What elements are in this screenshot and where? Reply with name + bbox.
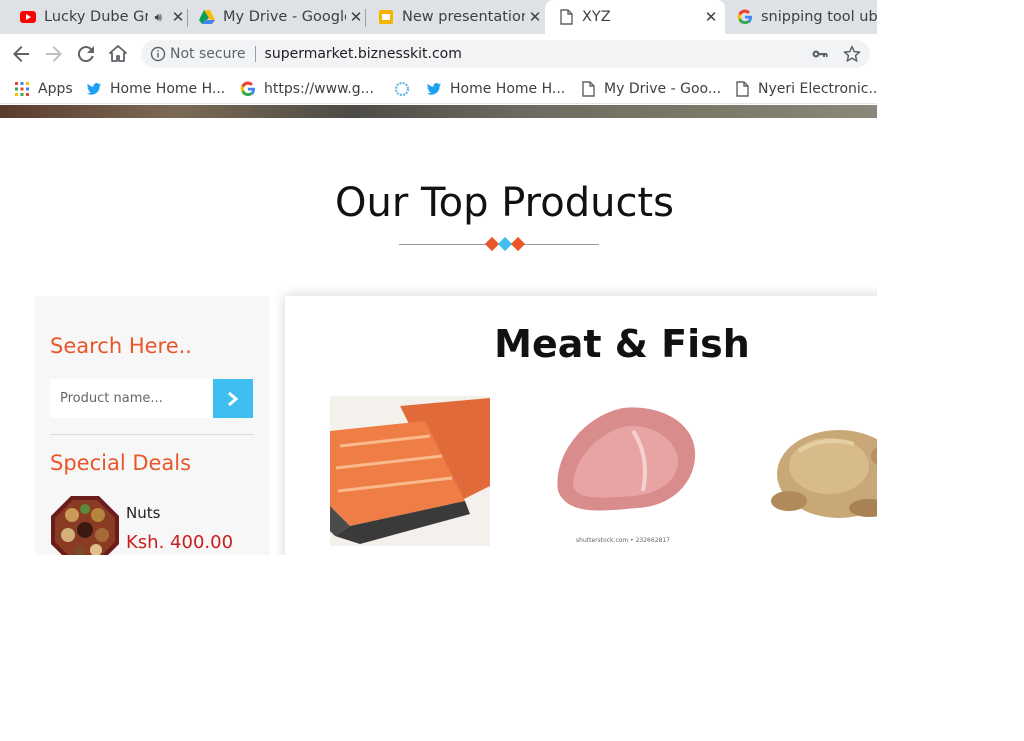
ring-icon <box>394 81 410 97</box>
divider-diamond-icon <box>510 236 526 252</box>
address-bar[interactable]: Not secure supermarket.biznesskit.com <box>141 40 870 68</box>
bookmark-label: Home Home H... <box>110 81 226 97</box>
tab-title: snipping tool ubuntu <box>761 9 877 25</box>
watermark-text: shutterstock.com • 232662817 <box>576 537 670 544</box>
section-title: Our Top Products <box>335 180 674 226</box>
tab-title: My Drive - Google Drive <box>223 9 346 25</box>
speaker-icon[interactable]: 🔊︎ <box>154 10 162 25</box>
bookmark-apps[interactable]: Apps <box>14 79 73 99</box>
google-slides-icon <box>379 10 393 24</box>
bookmark-label: Home Home H... <box>450 81 566 97</box>
google-icon <box>240 81 255 97</box>
google-icon <box>737 9 752 25</box>
back-arrow-icon[interactable] <box>9 42 33 66</box>
close-tab-icon[interactable]: ✕ <box>168 8 188 26</box>
tab-title: XYZ <box>582 9 611 25</box>
page-icon <box>560 9 573 25</box>
category-title: Meat & Fish <box>494 322 750 366</box>
search-button[interactable] <box>213 379 253 418</box>
google-drive-icon <box>199 10 215 24</box>
bookmark-label: My Drive - Goo... <box>604 81 722 97</box>
tab-title: Lucky Dube Greatest Hits <box>44 9 149 25</box>
tab-xyz[interactable]: XYZ ✕ <box>545 0 725 34</box>
close-tab-icon[interactable]: ✕ <box>525 8 545 26</box>
tab-title: New presentation - Google Slides <box>402 9 525 25</box>
tab-my-drive[interactable]: My Drive - Google Drive ✕ <box>190 0 366 34</box>
bookmark-ring[interactable] <box>394 79 418 99</box>
url-text[interactable]: supermarket.biznesskit.com <box>265 46 462 62</box>
security-label: Not secure <box>170 46 246 62</box>
page-icon <box>736 81 749 97</box>
browser-viewport: Lucky Dube Greatest Hits 🔊︎ ✕ My Drive -… <box>0 0 877 555</box>
key-icon[interactable] <box>811 45 829 63</box>
sidebar: Search Here.. Special Deals Nuts Ksh. 40… <box>35 296 270 555</box>
salmon-fillet-image[interactable] <box>330 396 490 546</box>
youtube-icon <box>20 11 36 23</box>
raw-chicken-image[interactable] <box>759 396 877 546</box>
tab-snipping-tool[interactable]: snipping tool ubuntu <box>728 0 877 34</box>
home-icon[interactable] <box>106 42 130 66</box>
browser-toolbar: Not secure supermarket.biznesskit.com <box>0 34 877 74</box>
bookmark-label: https://www.g... <box>264 81 374 97</box>
hero-banner-strip <box>0 105 877 118</box>
tab-strip: Lucky Dube Greatest Hits 🔊︎ ✕ My Drive -… <box>0 0 877 34</box>
omnibox-divider <box>254 46 256 62</box>
product-category-card: Meat & Fish shutterstock.com • 232662817 <box>285 296 877 555</box>
nuts-platter-image[interactable] <box>50 495 120 555</box>
forward-arrow-icon[interactable] <box>42 42 66 66</box>
bookmark-home-2[interactable]: Home Home H... <box>426 79 565 99</box>
tab-lucky-dube[interactable]: Lucky Dube Greatest Hits 🔊︎ ✕ <box>12 0 188 34</box>
deal-name[interactable]: Nuts <box>126 504 160 522</box>
deal-price: Ksh. 400.00 <box>126 532 234 553</box>
apps-grid-icon <box>15 82 29 96</box>
bookmark-nyeri[interactable]: Nyeri Electronic... <box>734 79 877 99</box>
page-icon <box>582 81 595 97</box>
info-icon[interactable] <box>150 46 166 62</box>
bookmarks-bar: Apps Home Home H... https://www.g... Hom… <box>0 74 877 104</box>
tab-separator <box>187 9 188 27</box>
product-search-input[interactable] <box>50 379 213 418</box>
twitter-icon <box>87 83 101 95</box>
reload-icon[interactable] <box>74 42 98 66</box>
close-tab-icon[interactable]: ✕ <box>701 8 721 26</box>
sidebar-divider <box>50 434 254 435</box>
twitter-icon <box>427 83 441 95</box>
search-heading: Search Here.. <box>50 334 192 358</box>
raw-meat-image[interactable]: shutterstock.com • 232662817 <box>543 396 703 546</box>
close-tab-icon[interactable]: ✕ <box>346 8 366 26</box>
deals-heading: Special Deals <box>50 451 192 475</box>
bookmark-label: Nyeri Electronic... <box>758 81 877 97</box>
bookmark-my-drive[interactable]: My Drive - Goo... <box>580 79 721 99</box>
bookmark-google[interactable]: https://www.g... <box>240 79 374 99</box>
chevron-right-icon <box>228 391 239 406</box>
tab-separator <box>365 9 366 27</box>
bookmark-home-1[interactable]: Home Home H... <box>86 79 225 99</box>
tab-new-presentation[interactable]: New presentation - Google Slides ✕ <box>369 0 545 34</box>
bookmark-star-icon[interactable] <box>843 45 861 63</box>
bookmark-label: Apps <box>38 81 73 97</box>
